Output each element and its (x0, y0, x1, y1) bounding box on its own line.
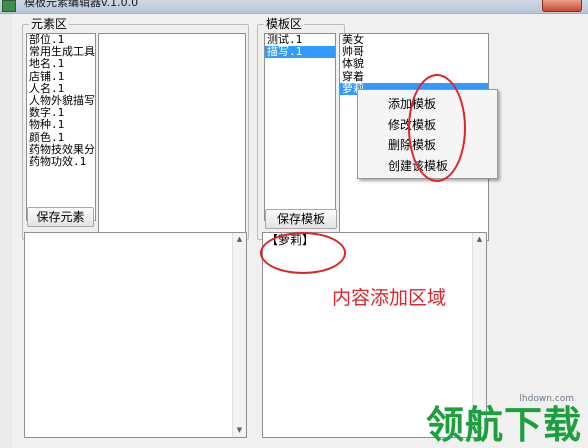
save-template-button[interactable]: 保存模板 (265, 209, 337, 229)
scroll-down-icon[interactable]: ▼ (233, 424, 246, 437)
element-list[interactable]: 部位.1 常用生成工具 地名.1 店铺.1 人名.1 人物外貌描写 数字.1 物… (26, 33, 96, 221)
element-value-list[interactable] (98, 33, 246, 241)
list-item[interactable]: 体貌 (340, 58, 488, 70)
annotation-ellipse-content (260, 232, 346, 274)
client-area: 元素区 部位.1 常用生成工具 地名.1 店铺.1 人名.1 人物外貌描写 数字… (12, 14, 588, 448)
template-group-label: 模板区 (264, 17, 305, 31)
scroll-up-icon[interactable]: ▲ (473, 233, 486, 246)
save-element-button[interactable]: 保存元素 (27, 207, 94, 227)
list-item-selected[interactable]: 描写.1 (265, 45, 335, 59)
element-group-label: 元素区 (29, 17, 70, 31)
list-item[interactable]: 颜色.1 (27, 131, 95, 144)
window-titlebar[interactable]: 模板元素编辑器v.1.0.0 (0, 0, 588, 14)
list-item[interactable]: 物种.1 (27, 119, 95, 131)
annotation-ellipse-menu (408, 74, 466, 182)
list-item[interactable]: 店铺.1 (27, 70, 95, 83)
scroll-up-icon[interactable]: ▲ (233, 233, 246, 246)
element-content-textarea[interactable]: ▲ ▼ (24, 232, 247, 438)
element-content-scrollbar[interactable]: ▲ ▼ (232, 233, 246, 437)
list-item[interactable]: 地名.1 (27, 58, 95, 70)
template-list[interactable]: 测试.1 描写.1 (264, 33, 336, 221)
app-icon (2, 0, 16, 12)
window-title: 模板元素编辑器v.1.0.0 (24, 0, 139, 9)
close-button[interactable] (542, 0, 582, 12)
watermark: lhdown.com 领航下载 (426, 394, 582, 446)
watermark-logo: 领航下载 (425, 402, 582, 447)
annotation-label: 内容添加区域 (332, 287, 447, 309)
list-item[interactable]: 穿着 (340, 70, 488, 83)
list-item[interactable]: 药物功效.1 (27, 155, 95, 168)
